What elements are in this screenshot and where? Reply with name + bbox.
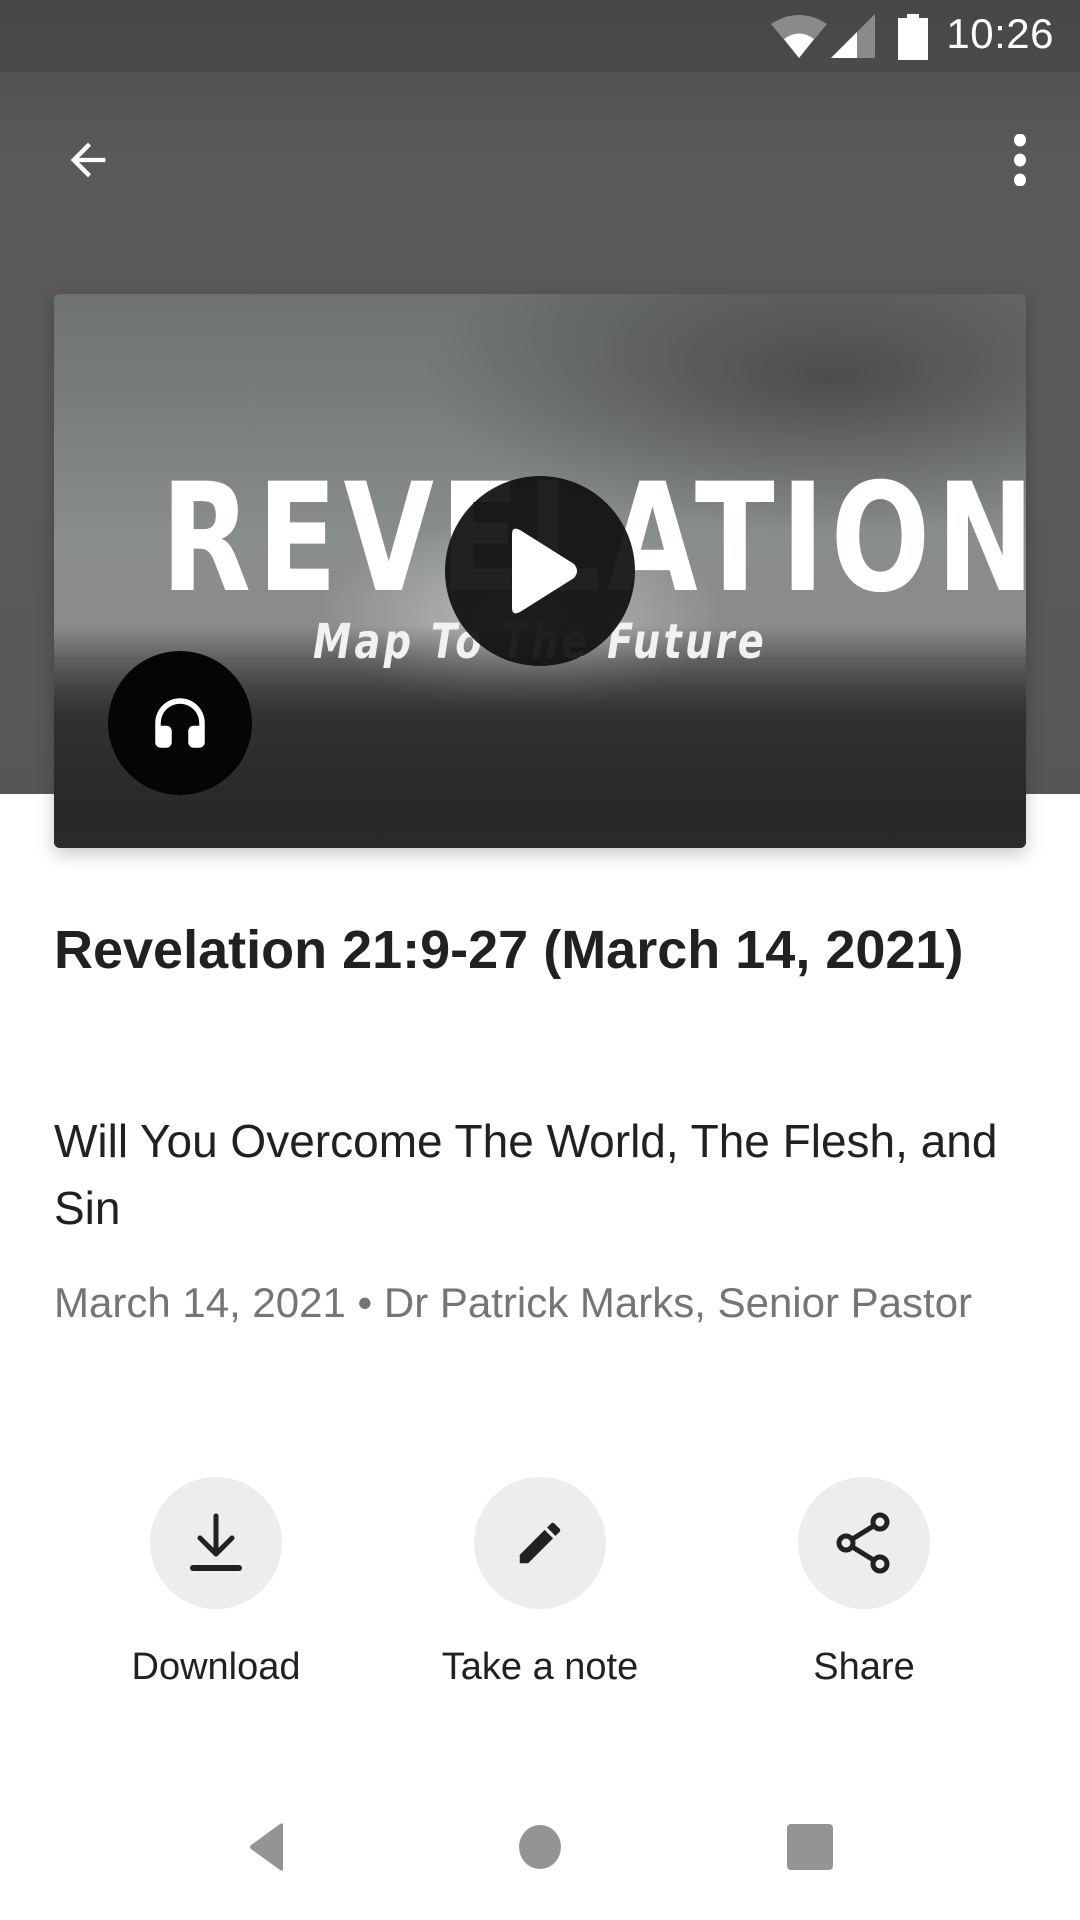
sermon-subtitle: Will You Overcome The World, The Flesh, …: [54, 1115, 998, 1234]
cell-signal-icon: [831, 14, 875, 58]
audio-button[interactable]: [108, 651, 252, 795]
download-icon: [190, 1513, 242, 1571]
sermon-meta: March 14, 2021 • Dr Patrick Marks, Senio…: [54, 1279, 973, 1326]
action-row: Download Take a note Share: [0, 1477, 1080, 1707]
nav-recents-icon: [787, 1824, 833, 1870]
wifi-icon: [771, 15, 827, 58]
play-button[interactable]: [445, 476, 635, 666]
status-bar: 10:26: [0, 0, 1080, 72]
download-circle: [150, 1477, 282, 1609]
nav-home-icon: [519, 1825, 561, 1869]
back-button[interactable]: [40, 112, 136, 208]
app-bar: [0, 100, 1080, 220]
share-icon: [836, 1512, 890, 1574]
take-note-button[interactable]: Take a note: [390, 1477, 690, 1691]
nav-recents-button[interactable]: [740, 1792, 880, 1902]
battery-icon: [898, 14, 928, 60]
sermon-thumbnail[interactable]: REVELATION Map To The Future: [54, 294, 1026, 848]
share-button[interactable]: Share: [714, 1477, 1014, 1691]
nav-home-button[interactable]: [470, 1792, 610, 1902]
pencil-icon: [519, 1522, 561, 1564]
take-note-circle: [474, 1477, 606, 1609]
download-button[interactable]: Download: [66, 1477, 366, 1691]
nav-back-icon: [250, 1823, 283, 1871]
nav-back-button[interactable]: [197, 1792, 337, 1902]
share-label: Share: [813, 1646, 915, 1688]
take-note-label: Take a note: [441, 1646, 639, 1688]
sermon-title: Revelation 21:9-27 (March 14, 2021): [54, 920, 964, 980]
system-nav-bar: [0, 1792, 1080, 1920]
more-vertical-icon: [1014, 134, 1026, 186]
arrow-back-icon: [70, 142, 106, 178]
headphones-icon: [155, 698, 205, 748]
more-options-button[interactable]: [984, 112, 1056, 208]
share-circle: [798, 1477, 930, 1609]
play-icon: [512, 528, 577, 614]
download-label: Download: [131, 1646, 301, 1688]
status-time: 10:26: [946, 10, 1054, 57]
